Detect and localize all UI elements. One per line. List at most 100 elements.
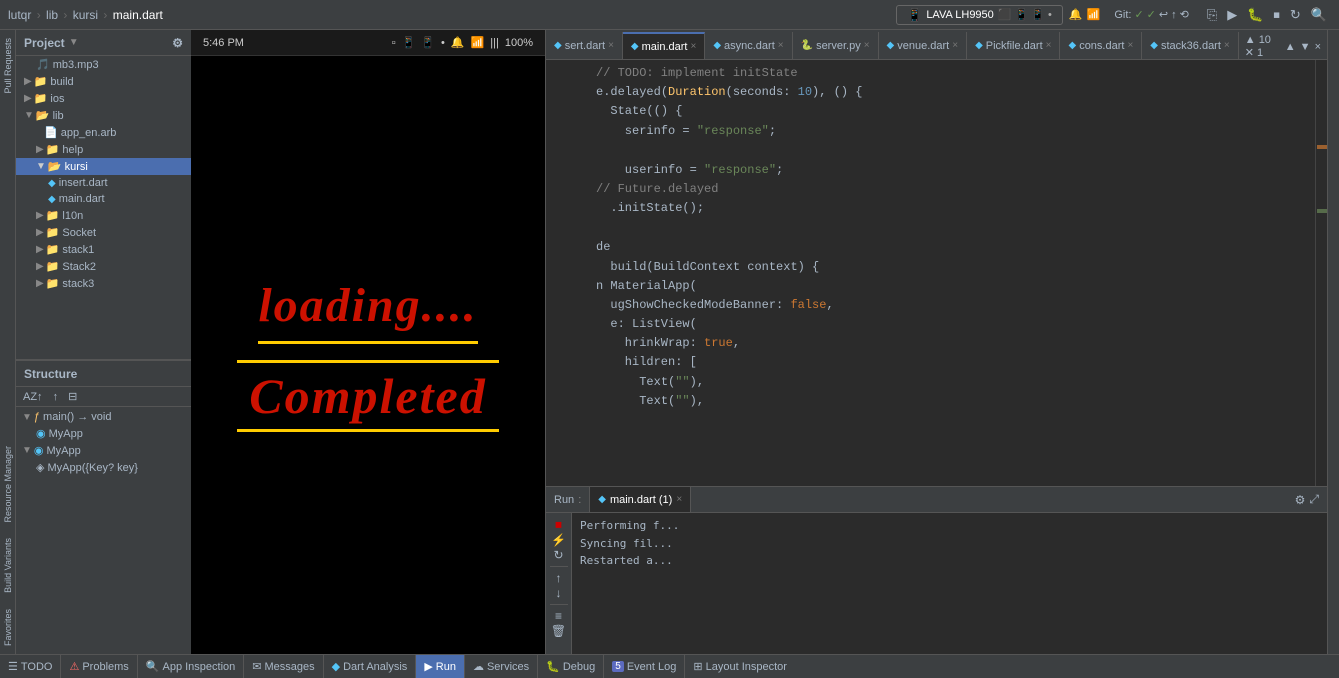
- tab-sert[interactable]: ◆ sert.dart ×: [546, 32, 623, 59]
- status-tab-services[interactable]: ☁ Services: [465, 655, 538, 678]
- phone-status-bar: 5:46 PM ▫ 📱 📱 • 🔔 📶 ||| 100%: [191, 30, 545, 56]
- code-line-3: State(() {: [546, 102, 1327, 121]
- device-selector[interactable]: 📱 LAVA LH9950 ⬛ 📱 📱 •: [896, 5, 1063, 25]
- tree-item-stack2[interactable]: ▶ 📁 Stack2: [16, 258, 191, 275]
- tree-item-socket[interactable]: ▶ 📁 Socket: [16, 224, 191, 241]
- status-tab-debug[interactable]: 🐛 Debug: [538, 655, 604, 678]
- services-icon: ☁: [473, 660, 484, 673]
- tab-close-sert[interactable]: ×: [608, 40, 614, 51]
- tab-stack36[interactable]: ◆ stack36.dart ×: [1142, 32, 1238, 59]
- tab-server[interactable]: 🐍 server.py ×: [793, 32, 879, 59]
- pull-requests-label[interactable]: Pull Requests: [1, 30, 15, 102]
- run-button[interactable]: ▶: [1223, 5, 1241, 25]
- clear-btn[interactable]: 🗑: [551, 625, 566, 637]
- stop-run-btn[interactable]: ⏹: [555, 517, 562, 531]
- emulator-panel: 5:46 PM ▫ 📱 📱 • 🔔 📶 ||| 100% loading....…: [191, 30, 546, 654]
- close-search-icon[interactable]: ×: [1315, 41, 1321, 53]
- tab-close-main[interactable]: ×: [690, 41, 696, 52]
- wifi-icon: 📶: [1087, 8, 1101, 21]
- tab-async[interactable]: ◆ async.dart ×: [705, 32, 792, 59]
- match-count: ▲ 10 ✕ 1: [1245, 34, 1281, 59]
- run-tab-close[interactable]: ×: [676, 494, 682, 505]
- project-header: Project ▼ ⚙: [16, 30, 191, 56]
- folder-icon-help: 📁: [46, 143, 60, 156]
- tab-label-stack36: stack36.dart: [1161, 40, 1221, 52]
- tree-item-ios[interactable]: ▶ 📁 ios: [16, 90, 191, 107]
- sort-btn[interactable]: ↑: [50, 390, 62, 404]
- tree-item-mb3[interactable]: 🎵 mb3.mp3: [16, 56, 191, 73]
- tab-label-cons: cons.dart: [1079, 40, 1124, 52]
- tab-pickfile[interactable]: ◆ Pickfile.dart ×: [967, 32, 1060, 59]
- tree-item-stack3[interactable]: ▶ 📁 stack3: [16, 275, 191, 292]
- status-tab-run[interactable]: ▶ Run: [416, 655, 465, 678]
- folder-icon-lib: 📂: [36, 109, 50, 122]
- phone-wifi-icon: 📶: [471, 36, 485, 49]
- code-line-11: build(BuildContext context) {: [546, 258, 1327, 277]
- project-settings-icon[interactable]: ⚙: [172, 36, 183, 50]
- expand-myapp2: ▼: [22, 445, 32, 456]
- structure-item-main[interactable]: ▼ ƒ main() → void: [16, 409, 191, 425]
- status-tab-layout-inspector[interactable]: ⊞ Layout Inspector: [685, 655, 795, 678]
- tab-cons[interactable]: ◆ cons.dart ×: [1060, 32, 1142, 59]
- tab-close-cons[interactable]: ×: [1127, 40, 1133, 51]
- stop-button[interactable]: ⏹: [1269, 5, 1284, 25]
- tab-venue[interactable]: ◆ venue.dart ×: [879, 32, 968, 59]
- down-arrow-icon[interactable]: ▼: [1300, 41, 1311, 53]
- tree-item-maindart[interactable]: ◆ main.dart: [16, 191, 191, 207]
- line-num-15: [554, 334, 584, 353]
- status-tab-event-log[interactable]: 5 Event Log: [604, 655, 685, 678]
- wrap-btn[interactable]: ≡: [555, 610, 562, 622]
- scroll-indicator-1: [1317, 145, 1327, 149]
- favorites-label[interactable]: Favorites: [1, 601, 15, 654]
- resource-manager-label[interactable]: Resource Manager: [1, 438, 15, 531]
- status-tab-app-inspection[interactable]: 🔍 App Inspection: [138, 655, 244, 678]
- filter-btn[interactable]: ⊟: [65, 389, 80, 404]
- layout-inspector-label: Layout Inspector: [706, 661, 787, 673]
- status-tab-dart-analysis[interactable]: ◆ Dart Analysis: [324, 655, 417, 678]
- tree-item-build[interactable]: ▶ 📁 build: [16, 73, 191, 90]
- copy-button[interactable]: ⎘: [1203, 5, 1221, 25]
- loading-text: loading....: [258, 278, 477, 344]
- status-tab-messages[interactable]: ✉ Messages: [244, 655, 323, 678]
- sync-button[interactable]: ↻: [1286, 5, 1305, 25]
- status-tab-todo[interactable]: ☰ TODO: [0, 655, 61, 678]
- run-panel-controls: ⚙ ⤢: [1287, 492, 1327, 507]
- line-num-9: [554, 218, 584, 238]
- console-text-1: Performing f...: [580, 519, 679, 532]
- tree-item-stack1[interactable]: ▶ 📁 stack1: [16, 241, 191, 258]
- run-status-label: Run: [436, 661, 456, 673]
- top-toolbar: lutqr › lib › kursi › main.dart 📱 LAVA L…: [0, 0, 1339, 30]
- debug-button[interactable]: 🐛: [1243, 5, 1267, 25]
- tab-main[interactable]: ◆ main.dart ×: [623, 32, 705, 59]
- tree-item-l10n[interactable]: ▶ 📁 l10n: [16, 207, 191, 224]
- tree-item-help[interactable]: ▶ 📁 help: [16, 141, 191, 158]
- build-variants-label[interactable]: Build Variants: [1, 530, 15, 601]
- up-arrow-icon[interactable]: ▲: [1285, 41, 1296, 53]
- tab-close-async[interactable]: ×: [778, 40, 784, 51]
- sort-alpha-btn[interactable]: AZ↑: [20, 390, 46, 404]
- run-settings-btn[interactable]: ⚙: [1295, 493, 1306, 507]
- tree-item-lib[interactable]: ▼ 📂 lib: [16, 107, 191, 124]
- scroll-down-btn[interactable]: ↓: [556, 587, 562, 599]
- tree-item-arb[interactable]: 📄 app_en.arb: [16, 124, 191, 141]
- run-expand-btn[interactable]: ⤢: [1309, 492, 1319, 507]
- reload-btn[interactable]: ↻: [553, 549, 563, 561]
- structure-item-myapp-constructor[interactable]: ◈ MyApp({Key? key}: [16, 459, 191, 476]
- line-num-13: [554, 296, 584, 315]
- code-editor[interactable]: // TODO: implement initState e.delayed(D…: [546, 60, 1327, 486]
- tab-close-pickfile[interactable]: ×: [1046, 40, 1052, 51]
- run-tab-main[interactable]: ◆ main.dart (1) ×: [590, 487, 691, 512]
- console-lightning-btn[interactable]: ⚡: [551, 534, 566, 546]
- phone-battery: 100%: [505, 37, 533, 49]
- tab-close-venue[interactable]: ×: [952, 40, 958, 51]
- tree-item-kursi[interactable]: ▼ 📂 kursi: [16, 158, 191, 175]
- tree-item-insert[interactable]: ◆ insert.dart: [16, 175, 191, 191]
- scroll-up-btn[interactable]: ↑: [556, 572, 562, 584]
- status-tab-problems[interactable]: ⚠ Problems: [61, 655, 137, 678]
- code-line-15: hrinkWrap: true,: [546, 334, 1327, 353]
- structure-item-myapp1[interactable]: ◉ MyApp: [16, 425, 191, 442]
- structure-item-myapp2[interactable]: ▼ ◉ MyApp: [16, 442, 191, 459]
- search-toolbar-button[interactable]: 🔍: [1307, 5, 1331, 25]
- tab-close-server[interactable]: ×: [864, 40, 870, 51]
- tab-close-stack36[interactable]: ×: [1224, 40, 1230, 51]
